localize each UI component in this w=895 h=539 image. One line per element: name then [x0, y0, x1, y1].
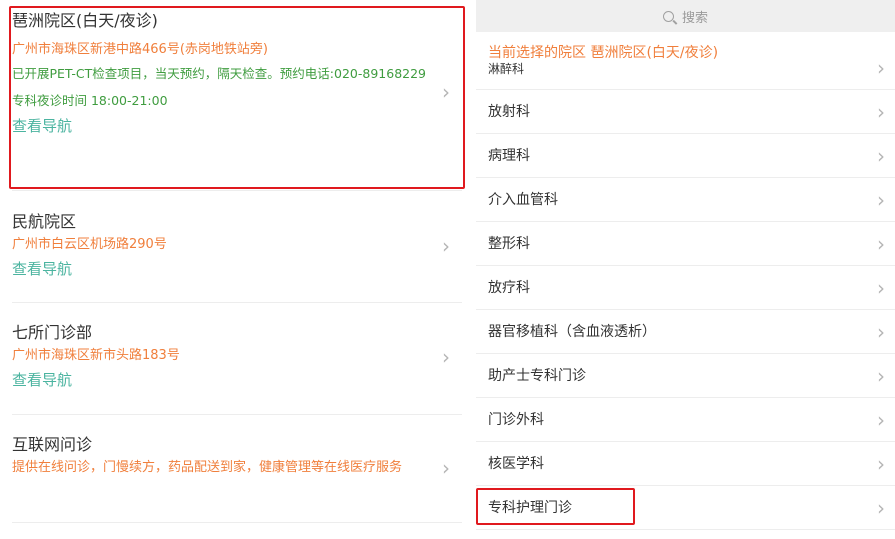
- campus-name: 民航院区: [12, 212, 77, 231]
- department-item[interactable]: 淋醉科 ›: [476, 46, 895, 90]
- department-label: 器官移植科（含血液透析）: [488, 324, 656, 340]
- highlight-box: [9, 6, 465, 189]
- chevron-right-icon: ›: [877, 364, 885, 388]
- department-item[interactable]: 助产士专科门诊 ›: [476, 354, 895, 398]
- chevron-right-icon: ›: [877, 56, 885, 80]
- department-label: 病理科: [488, 148, 530, 164]
- department-item[interactable]: 放射科 ›: [476, 90, 895, 134]
- chevron-right-icon: ›: [877, 188, 885, 212]
- department-label: 整形科: [488, 236, 530, 252]
- department-label: 门诊外科: [488, 412, 544, 428]
- chevron-right-icon: ›: [877, 144, 885, 168]
- chevron-right-icon: ›: [877, 496, 885, 520]
- department-label: 介入血管科: [488, 192, 558, 208]
- department-item[interactable]: 器官移植科（含血液透析） ›: [476, 310, 895, 354]
- department-panel: 搜索 当前选择的院区 琶洲院区(白天/夜诊) 淋醉科 › 放射科 › 病理科 ›…: [476, 0, 895, 539]
- search-input[interactable]: 搜索: [476, 0, 895, 32]
- department-label: 放疗科: [488, 280, 530, 296]
- chevron-right-icon: ›: [442, 456, 450, 480]
- campus-item-minhang[interactable]: 民航院区 广州市白云区机场路290号 查看导航 ›: [12, 211, 462, 291]
- campus-item-online[interactable]: 互联网问诊 提供在线问诊，门慢续方，药品配送到家，健康管理等在线医疗服务 ›: [12, 434, 462, 514]
- chevron-right-icon: ›: [877, 320, 885, 344]
- divider: [12, 522, 462, 523]
- department-item[interactable]: 整形科 ›: [476, 222, 895, 266]
- search-icon: [662, 10, 674, 22]
- campus-address: 广州市白云区机场路290号: [12, 237, 167, 252]
- chevron-right-icon: ›: [877, 276, 885, 300]
- campus-item-qisuo[interactable]: 七所门诊部 广州市海珠区新市头路183号 查看导航 ›: [12, 322, 462, 402]
- campus-name: 七所门诊部: [12, 323, 93, 342]
- department-label: 放射科: [488, 104, 530, 120]
- highlight-box: [476, 488, 635, 525]
- chevron-right-icon: ›: [877, 100, 885, 124]
- department-label: 核医学科: [488, 456, 544, 472]
- divider: [12, 190, 462, 191]
- navigate-link[interactable]: 查看导航: [12, 368, 462, 392]
- department-item[interactable]: 病理科 ›: [476, 134, 895, 178]
- department-item[interactable]: 门诊外科 ›: [476, 398, 895, 442]
- campus-description: 提供在线问诊，门慢续方，药品配送到家，健康管理等在线医疗服务: [12, 460, 403, 475]
- chevron-right-icon: ›: [877, 452, 885, 476]
- chevron-right-icon: ›: [442, 234, 450, 258]
- search-placeholder: 搜索: [681, 10, 708, 26]
- department-label: 助产士专科门诊: [488, 368, 586, 384]
- divider: [12, 414, 462, 415]
- campus-address: 广州市海珠区新市头路183号: [12, 348, 180, 363]
- navigate-link[interactable]: 查看导航: [12, 257, 462, 281]
- chevron-right-icon: ›: [877, 408, 885, 432]
- campus-name: 互联网问诊: [12, 435, 93, 454]
- department-item[interactable]: 介入血管科 ›: [476, 178, 895, 222]
- department-item[interactable]: 放疗科 ›: [476, 266, 895, 310]
- divider: [12, 302, 462, 303]
- chevron-right-icon: ›: [877, 232, 885, 256]
- department-label: 淋醉科: [488, 62, 525, 76]
- chevron-right-icon: ›: [442, 345, 450, 369]
- campus-list: 琶洲院区(白天/夜诊) 广州市海珠区新港中路466号(赤岗地铁站旁) 已开展PE…: [0, 0, 466, 539]
- department-item[interactable]: 核医学科 ›: [476, 442, 895, 486]
